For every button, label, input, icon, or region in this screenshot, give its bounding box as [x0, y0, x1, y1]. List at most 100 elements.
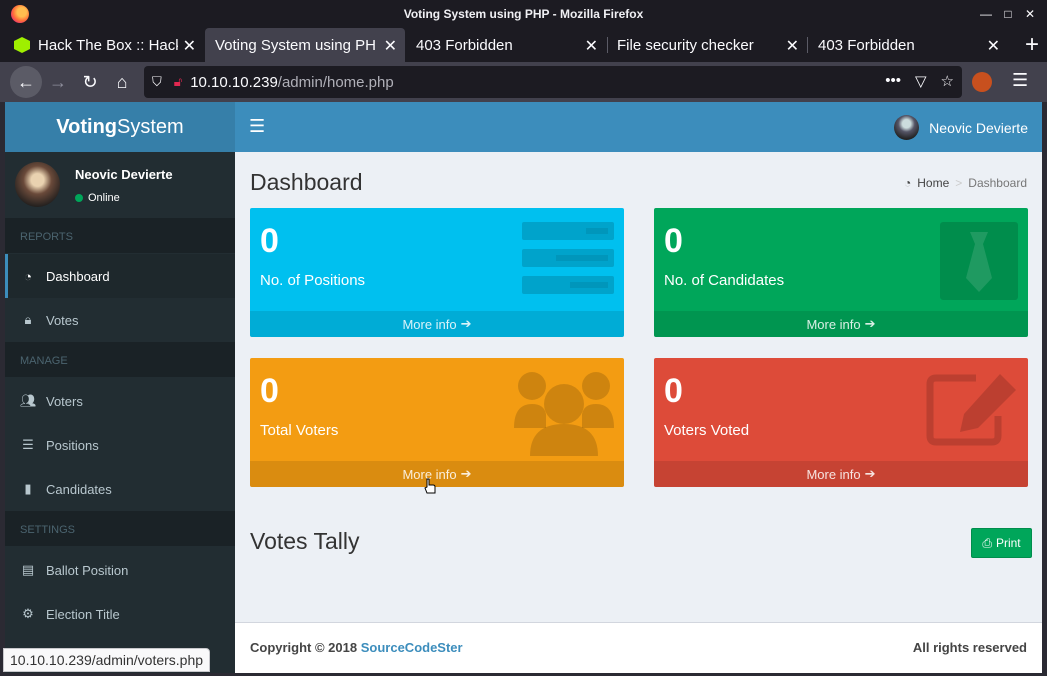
candidates-more-info-link[interactable]: More info ➔ [654, 311, 1028, 337]
print-label: Print [995, 536, 1021, 550]
tie-icon [940, 222, 1018, 300]
person-icon: ▮ [24, 481, 32, 496]
votes-tally-title: Votes Tally [250, 528, 360, 554]
list-icon: ☰ [22, 437, 34, 452]
avatar [894, 115, 920, 140]
close-icon[interactable]: ✕ [585, 36, 598, 56]
sidebar: Neovic Devierte Online REPORTS ◔ Dashboa… [5, 152, 235, 673]
file-icon: ▤ [21, 562, 35, 577]
sidebar-item-election-title[interactable]: ⚙ Election Title [5, 592, 235, 636]
avatar [15, 162, 60, 207]
window-titlebar: Voting System using PHP - Mozilla Firefo… [0, 0, 1047, 28]
sidebar-header-settings: SETTINGS [5, 511, 235, 546]
positions-box: 0 No. of Positions More info ➔ [250, 208, 624, 337]
user-status-label: Online [88, 192, 120, 204]
window-controls: — □ ✕ [975, 6, 1041, 22]
status-bar: 10.10.10.239/admin/voters.php [3, 648, 211, 672]
sidebar-item-label: Candidates [46, 481, 112, 497]
sidebar-item-label: Ballot Position [46, 562, 129, 578]
sourcecodester-link[interactable]: SourceCodeSter [361, 640, 463, 655]
sidebar-item-positions[interactable]: ☰ Positions [5, 423, 235, 467]
insecure-lock-icon[interactable]: 🔓︎ [174, 74, 182, 90]
users-group-icon [514, 372, 614, 456]
voters-box: 0 Total Voters More info ➔ [250, 358, 624, 487]
close-icon[interactable]: ✕ [786, 36, 799, 56]
sidebar-item-ballot-position[interactable]: ▤ Ballot Position [5, 548, 235, 592]
user-panel-name: Neovic Devierte [75, 167, 173, 182]
close-icon[interactable]: ✕ [384, 36, 397, 56]
positions-count: 0 [260, 222, 279, 260]
print-icon: ⎙ [982, 535, 992, 550]
reload-icon[interactable]: ↻ [74, 66, 106, 98]
sidebar-item-voters[interactable]: 👥︎ Voters [5, 379, 235, 423]
navigation-bar: ← → ↻ ⌂ ⛉ 🔓︎ 10.10.10.239/admin/home.php… [0, 62, 1047, 102]
back-icon[interactable]: ← [10, 66, 42, 98]
breadcrumb-home[interactable]: Home [917, 176, 949, 190]
shield-icon[interactable]: ⛉ [152, 74, 162, 90]
more-actions-icon[interactable]: ••• [885, 72, 901, 90]
hand-cursor-icon [424, 478, 436, 494]
more-info-label: More info [402, 316, 457, 332]
url-bar[interactable]: ⛉ 🔓︎ 10.10.10.239/admin/home.php ••• ▽ ☆ [144, 66, 962, 98]
breadcrumb-separator: > [955, 176, 963, 190]
sidebar-item-label: Votes [46, 312, 79, 328]
app-logo[interactable]: Voting System [5, 102, 235, 152]
sidebar-item-candidates[interactable]: ▮ Candidates [5, 467, 235, 511]
pocket-icon[interactable]: ▽ [915, 72, 927, 90]
hamburger-menu-icon[interactable]: ☰ [1012, 70, 1028, 91]
sidebar-item-label: Positions [46, 437, 99, 453]
voted-more-info-link[interactable]: More info ➔ [654, 461, 1028, 487]
page-title: Dashboard [250, 169, 363, 195]
arrow-circle-right-icon: ➔ [864, 466, 876, 481]
firefox-logo-icon [11, 5, 29, 23]
footer-copyright: Copyright © 2018 SourceCodeSter [250, 640, 463, 655]
extension-icon[interactable] [972, 72, 992, 92]
tab-bar: Hack The Box :: Hack ✕ Voting System usi… [0, 28, 1047, 62]
copyright-text: Copyright © 2018 [250, 640, 358, 655]
tab-403-forbidden[interactable]: 403 Forbidden ✕ [406, 28, 606, 62]
breadcrumb: ◔ Home > Dashboard [904, 176, 1027, 190]
close-window-icon[interactable]: ✕ [1019, 6, 1041, 22]
tab-hackthebox[interactable]: Hack The Box :: Hack ✕ [4, 28, 204, 62]
print-button[interactable]: ⎙ Print [971, 528, 1032, 558]
top-navbar: ☰ Neovic Devierte [235, 102, 1042, 152]
sidebar-item-label: Dashboard [46, 268, 110, 284]
voters-more-info-link[interactable]: More info ➔ [250, 461, 624, 487]
sidebar-item-votes[interactable]: 🔒︎ Votes [5, 298, 235, 342]
voted-count: 0 [664, 372, 683, 410]
logo-bold: Voting [56, 115, 118, 138]
close-icon[interactable]: ✕ [987, 36, 1000, 56]
voted-label: Voters Voted [664, 422, 750, 439]
candidates-box: 0 No. of Candidates More info ➔ [654, 208, 1028, 337]
sidebar-toggle-icon[interactable]: ☰ [249, 116, 265, 137]
dashboard-icon: ◔ [904, 176, 912, 190]
user-menu[interactable]: Neovic Devierte [894, 115, 1028, 140]
candidates-count: 0 [664, 222, 683, 260]
home-icon[interactable]: ⌂ [106, 66, 138, 98]
positions-label: No. of Positions [260, 272, 366, 289]
more-info-label: More info [806, 466, 861, 482]
minimize-icon[interactable]: — [975, 6, 997, 22]
voted-box: 0 Voters Voted More info ➔ [654, 358, 1028, 487]
online-dot-icon [75, 194, 83, 202]
sidebar-item-label: Election Title [46, 606, 120, 622]
more-info-label: More info [806, 316, 861, 332]
bookmark-star-icon[interactable]: ☆ [941, 72, 954, 90]
footer: Copyright © 2018 SourceCodeSter All righ… [235, 622, 1042, 673]
tab-voting-system[interactable]: Voting System using PH ✕ [205, 28, 405, 62]
tab-403-forbidden-2[interactable]: 403 Forbidden ✕ [808, 28, 1008, 62]
sidebar-item-label: Voters [46, 393, 83, 409]
arrow-circle-right-icon: ➔ [864, 316, 876, 331]
voters-label: Total Voters [260, 422, 339, 439]
new-tab-icon[interactable]: + [1025, 31, 1039, 59]
breadcrumb-current: Dashboard [968, 176, 1027, 190]
close-icon[interactable]: ✕ [183, 36, 196, 56]
tab-label: File security checker [617, 36, 754, 54]
sidebar-item-dashboard[interactable]: ◔ Dashboard [5, 254, 235, 298]
voters-count: 0 [260, 372, 279, 410]
positions-more-info-link[interactable]: More info ➔ [250, 311, 624, 337]
maximize-icon[interactable]: □ [997, 6, 1019, 22]
tab-file-security-checker[interactable]: File security checker ✕ [607, 28, 807, 62]
voting-app: Voting System ☰ Neovic Devierte Neovic De… [5, 102, 1042, 673]
forward-icon[interactable]: → [42, 66, 74, 98]
